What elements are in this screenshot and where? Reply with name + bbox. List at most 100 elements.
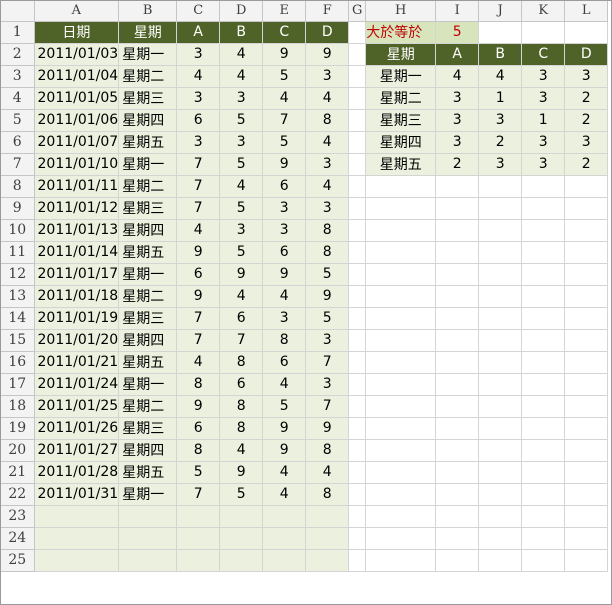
left-table-cell[interactable]: 4 — [219, 285, 264, 308]
empty-cell[interactable] — [365, 175, 437, 198]
empty-cell[interactable] — [521, 373, 566, 396]
empty-cell[interactable] — [478, 329, 523, 352]
left-table-cell[interactable]: 8 — [305, 219, 350, 242]
column-header-h[interactable]: H — [365, 1, 437, 22]
left-table-cell[interactable]: 4 — [176, 351, 221, 374]
left-table-cell[interactable]: 星期五 — [118, 461, 178, 484]
left-table-cell[interactable]: 2011/01/21 — [34, 351, 120, 374]
left-table-cell[interactable]: 2011/01/10 — [34, 153, 120, 176]
empty-cell[interactable] — [365, 527, 437, 550]
summary-table-cell[interactable]: 3 — [435, 87, 480, 110]
left-table-cell[interactable]: 9 — [262, 417, 307, 440]
empty-cell[interactable] — [435, 395, 480, 418]
left-table-cell[interactable]: 2011/01/20 — [34, 329, 120, 352]
left-table-empty-cell[interactable] — [176, 549, 221, 572]
left-table-cell[interactable]: 2011/01/14 — [34, 241, 120, 264]
left-table-cell[interactable]: 4 — [176, 219, 221, 242]
empty-cell[interactable] — [478, 307, 523, 330]
left-table-cell[interactable]: 星期三 — [118, 417, 178, 440]
left-table-cell[interactable]: 星期一 — [118, 43, 178, 66]
left-table-cell[interactable]: 3 — [176, 131, 221, 154]
left-table-cell[interactable]: 8 — [305, 439, 350, 462]
row-header[interactable]: 7 — [1, 153, 35, 176]
left-table-empty-cell[interactable] — [262, 505, 307, 528]
left-table-header-cell[interactable]: D — [305, 21, 350, 44]
empty-cell[interactable] — [348, 307, 367, 330]
empty-cell[interactable] — [564, 527, 609, 550]
column-header-d[interactable]: D — [219, 1, 264, 22]
left-table-cell[interactable]: 8 — [262, 329, 307, 352]
row-header[interactable]: 9 — [1, 197, 35, 220]
empty-cell[interactable] — [564, 549, 609, 572]
left-table-empty-cell[interactable] — [34, 527, 120, 550]
summary-table-cell[interactable]: 4 — [435, 65, 480, 88]
left-table-header-cell[interactable]: 日期 — [34, 21, 120, 44]
empty-cell[interactable] — [365, 285, 437, 308]
left-table-empty-cell[interactable] — [305, 549, 350, 572]
left-table-empty-cell[interactable] — [118, 505, 178, 528]
empty-cell[interactable] — [348, 109, 367, 132]
left-table-empty-cell[interactable] — [305, 527, 350, 550]
empty-cell[interactable] — [348, 21, 367, 44]
left-table-cell[interactable]: 9 — [219, 263, 264, 286]
empty-cell[interactable] — [348, 483, 367, 506]
summary-table-cell[interactable]: 星期三 — [365, 109, 437, 132]
empty-cell[interactable] — [348, 153, 367, 176]
empty-cell[interactable] — [521, 461, 566, 484]
empty-cell[interactable] — [348, 241, 367, 264]
row-header[interactable]: 22 — [1, 483, 35, 506]
left-table-cell[interactable]: 星期一 — [118, 263, 178, 286]
empty-cell[interactable] — [348, 329, 367, 352]
empty-cell[interactable] — [365, 307, 437, 330]
empty-cell[interactable] — [435, 417, 480, 440]
left-table-cell[interactable]: 星期五 — [118, 351, 178, 374]
column-header-i[interactable]: I — [435, 1, 480, 22]
row-header[interactable]: 6 — [1, 131, 35, 154]
empty-cell[interactable] — [478, 197, 523, 220]
row-header[interactable]: 25 — [1, 549, 35, 572]
left-table-cell[interactable]: 9 — [176, 241, 221, 264]
left-table-cell[interactable]: 4 — [219, 439, 264, 462]
left-table-cell[interactable]: 5 — [262, 131, 307, 154]
empty-cell[interactable] — [365, 351, 437, 374]
left-table-empty-cell[interactable] — [219, 505, 264, 528]
left-table-cell[interactable]: 5 — [262, 65, 307, 88]
empty-cell[interactable] — [521, 307, 566, 330]
left-table-cell[interactable]: 2011/01/05 — [34, 87, 120, 110]
empty-cell[interactable] — [478, 549, 523, 572]
left-table-cell[interactable]: 6 — [176, 417, 221, 440]
empty-cell[interactable] — [478, 395, 523, 418]
summary-table-cell[interactable]: 3 — [564, 65, 609, 88]
left-table-cell[interactable]: 8 — [305, 483, 350, 506]
row-header[interactable]: 24 — [1, 527, 35, 550]
empty-cell[interactable] — [478, 483, 523, 506]
summary-header-cell[interactable]: C — [521, 43, 566, 66]
left-table-cell[interactable]: 2011/01/25 — [34, 395, 120, 418]
empty-cell[interactable] — [348, 175, 367, 198]
column-header-j[interactable]: J — [478, 1, 523, 22]
empty-cell[interactable] — [435, 197, 480, 220]
left-table-cell[interactable]: 4 — [262, 483, 307, 506]
empty-cell[interactable] — [365, 219, 437, 242]
empty-cell[interactable] — [521, 439, 566, 462]
left-table-cell[interactable]: 4 — [305, 461, 350, 484]
empty-cell[interactable] — [435, 549, 480, 572]
empty-cell[interactable] — [564, 241, 609, 264]
summary-table-cell[interactable]: 星期一 — [365, 65, 437, 88]
left-table-cell[interactable]: 星期四 — [118, 219, 178, 242]
left-table-cell[interactable]: 7 — [305, 351, 350, 374]
summary-table-cell[interactable]: 3 — [435, 109, 480, 132]
summary-table-cell[interactable]: 星期二 — [365, 87, 437, 110]
left-table-cell[interactable]: 2011/01/12 — [34, 197, 120, 220]
left-table-empty-cell[interactable] — [34, 549, 120, 572]
left-table-cell[interactable]: 6 — [262, 241, 307, 264]
left-table-cell[interactable]: 7 — [262, 109, 307, 132]
left-table-cell[interactable]: 8 — [219, 351, 264, 374]
empty-cell[interactable] — [435, 483, 480, 506]
left-table-cell[interactable]: 8 — [176, 439, 221, 462]
left-table-cell[interactable]: 2011/01/24 — [34, 373, 120, 396]
left-table-cell[interactable]: 3 — [262, 197, 307, 220]
empty-cell[interactable] — [348, 87, 367, 110]
empty-cell[interactable] — [521, 175, 566, 198]
empty-cell[interactable] — [564, 197, 609, 220]
